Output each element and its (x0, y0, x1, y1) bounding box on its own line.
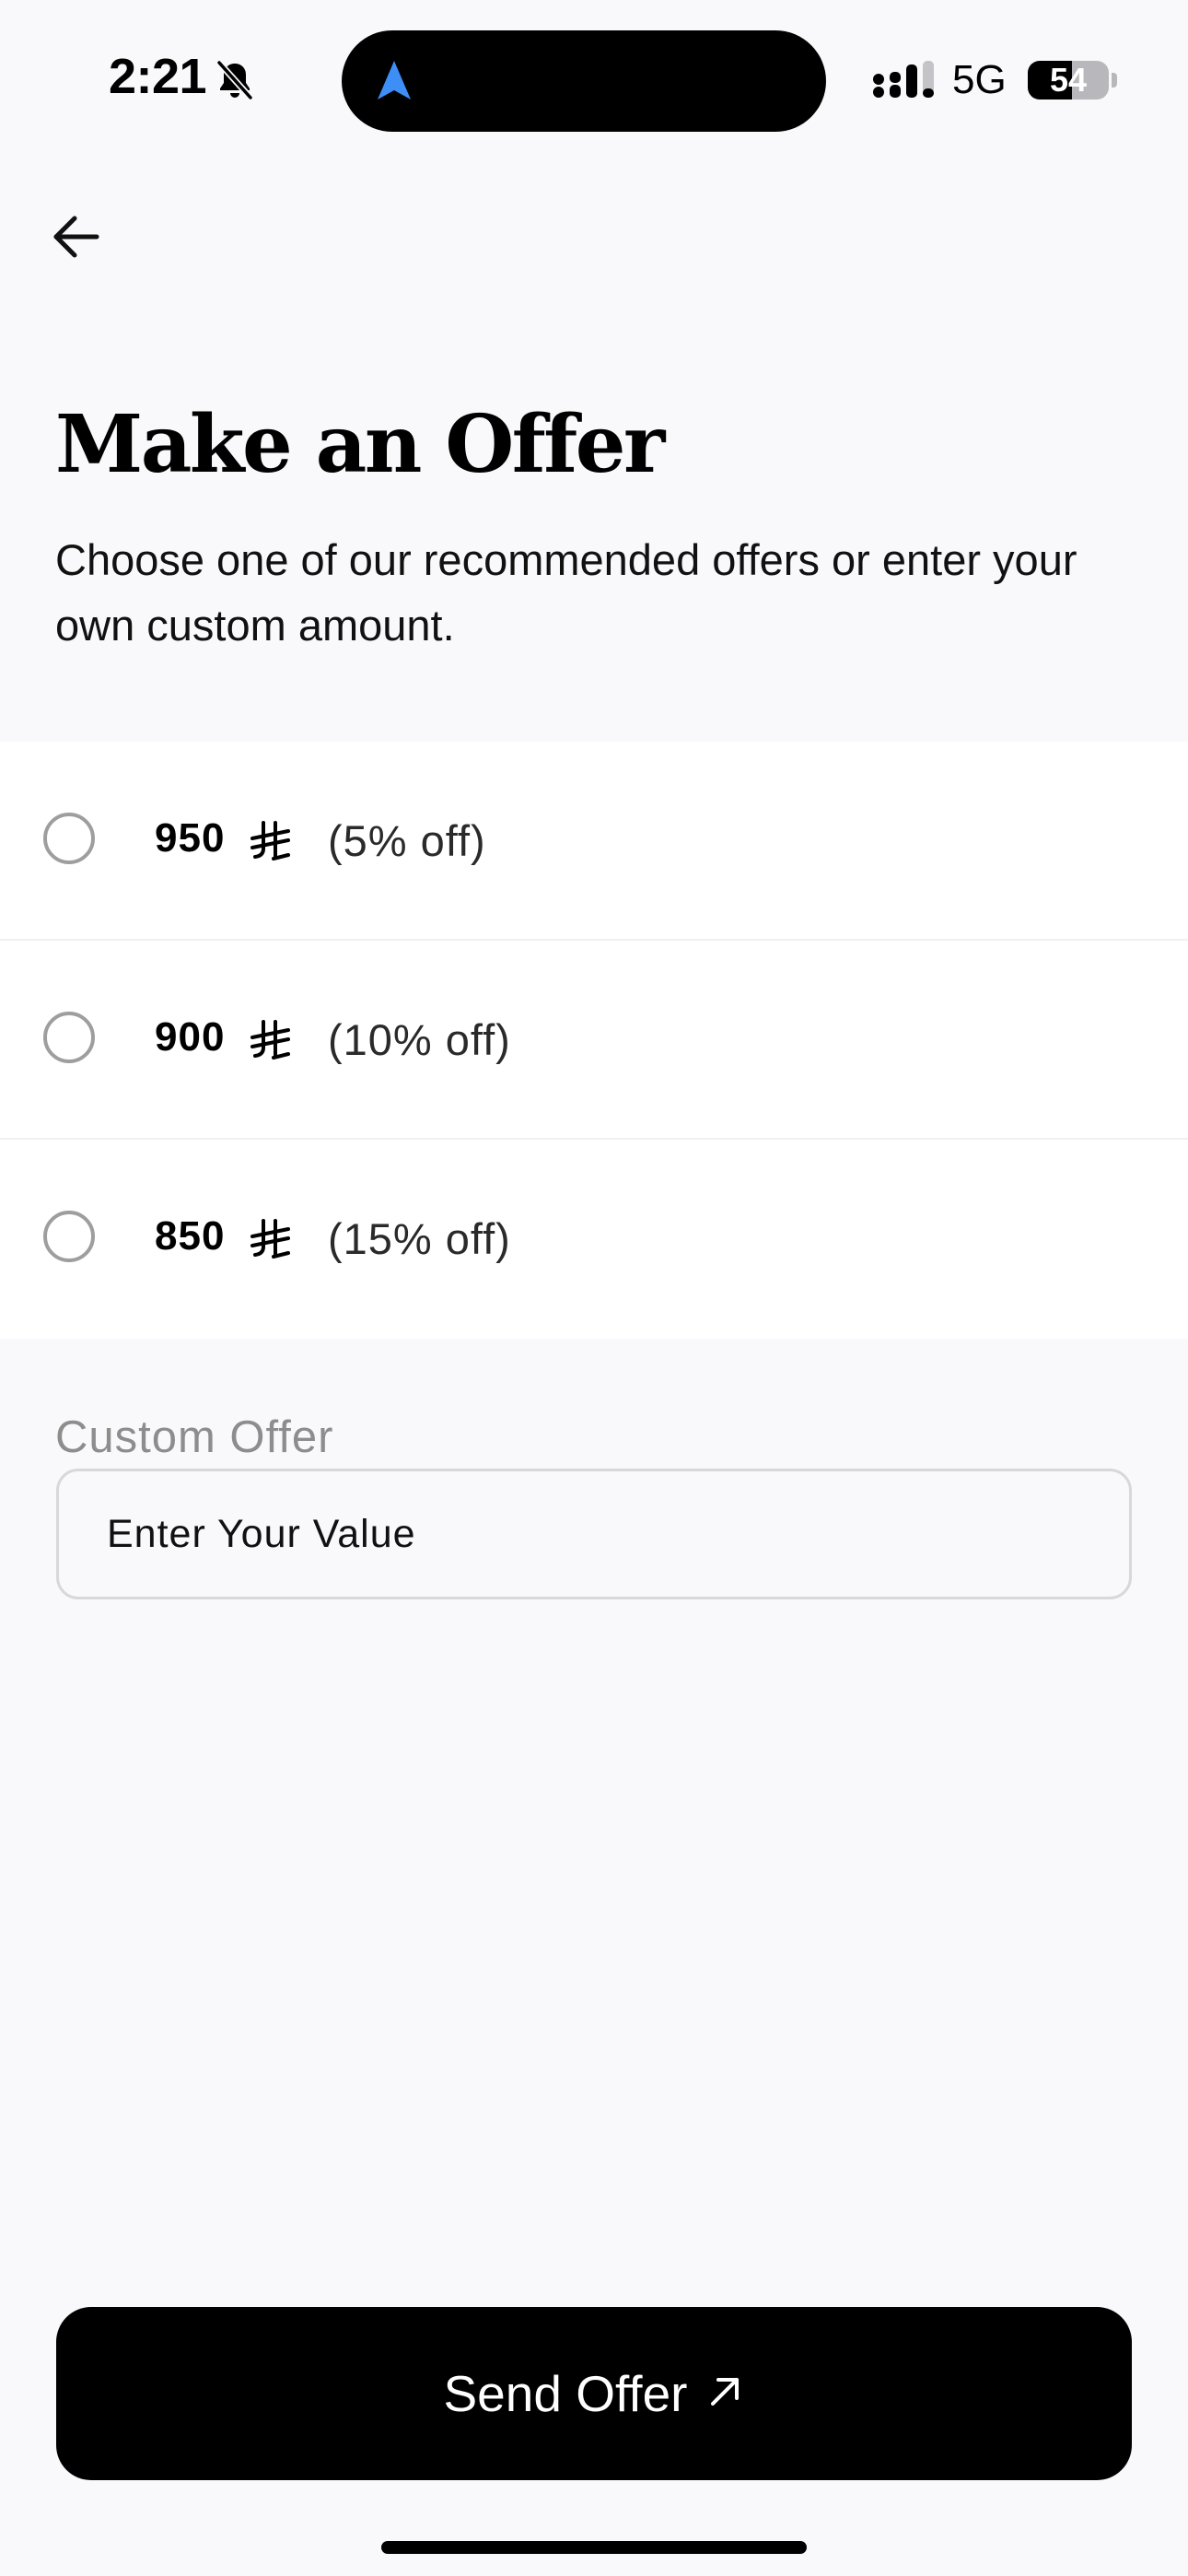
network-type: 5G (952, 57, 1007, 102)
page-title: Make an Offer (55, 398, 665, 491)
offer-discount: (15% off) (328, 1214, 511, 1263)
status-bar: 2:21 5G 54 (0, 0, 1188, 147)
arrow-left-icon (53, 216, 99, 258)
riyal-sign-icon (250, 1020, 290, 1060)
offer-discount: (5% off) (328, 816, 486, 865)
battery-cap (1112, 73, 1117, 88)
offer-option-850[interactable]: 850 (15% off) (0, 1140, 1188, 1339)
radio-unselected-icon[interactable] (43, 1211, 95, 1262)
offer-list: 950 (5% off) 900 (10% off) 850 (15% off) (0, 742, 1188, 1339)
custom-offer-input[interactable] (56, 1469, 1132, 1599)
riyal-sign-icon (250, 821, 290, 861)
custom-offer-label: Custom Offer (55, 1412, 334, 1462)
send-offer-button[interactable]: Send Offer (56, 2307, 1132, 2480)
status-time: 2:21 (109, 49, 207, 104)
back-button[interactable] (44, 205, 109, 269)
bell-muted-icon (216, 60, 253, 100)
riyal-sign-icon (250, 1219, 290, 1259)
offer-amount: 950 (155, 815, 226, 861)
navigation-arrow-icon (378, 61, 411, 100)
battery-icon: 54 (1028, 61, 1109, 100)
arrow-up-right-icon (711, 2378, 740, 2406)
signal-icon (873, 61, 934, 98)
offer-amount: 900 (155, 1014, 226, 1060)
radio-unselected-icon[interactable] (43, 813, 95, 864)
send-offer-label: Send Offer (443, 2365, 688, 2422)
offer-option-900[interactable]: 900 (10% off) (0, 941, 1188, 1140)
offer-discount: (10% off) (328, 1015, 511, 1064)
page-subtitle: Choose one of our recommended offers or … (55, 535, 1077, 650)
battery-level: 54 (1049, 61, 1088, 99)
home-indicator[interactable] (381, 2541, 807, 2554)
offer-amount: 850 (155, 1213, 226, 1259)
offer-option-950[interactable]: 950 (5% off) (0, 742, 1188, 941)
radio-unselected-icon[interactable] (43, 1012, 95, 1063)
